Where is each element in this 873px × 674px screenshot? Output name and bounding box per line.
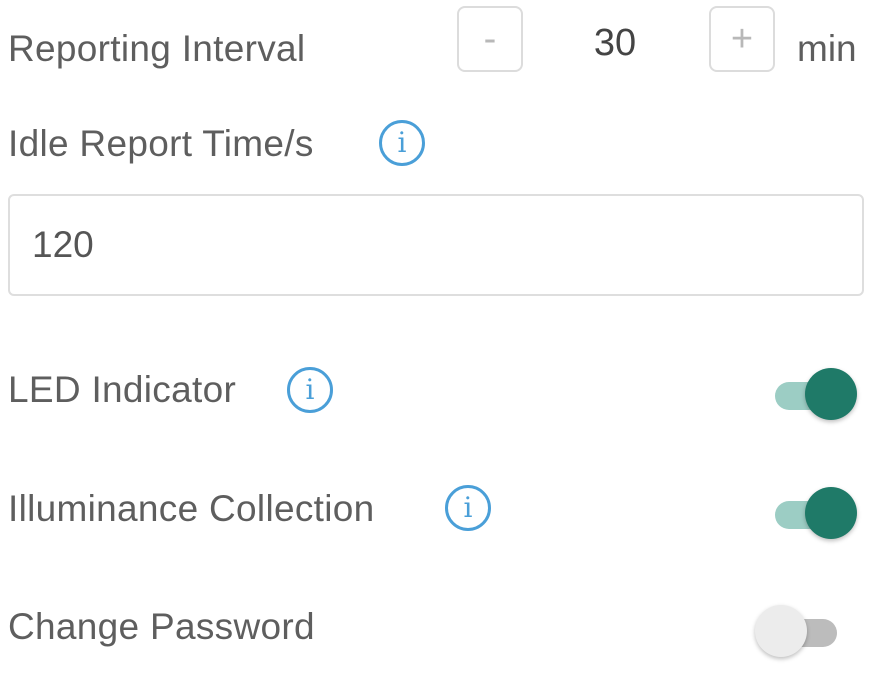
illuminance-collection-info-icon[interactable]: i <box>445 485 491 531</box>
idle-report-info-icon[interactable]: i <box>379 120 425 166</box>
led-indicator-toggle[interactable] <box>775 366 857 422</box>
illuminance-collection-label: Illuminance Collection <box>8 488 375 529</box>
reporting-interval-label: Reporting Interval <box>8 28 306 69</box>
increment-button[interactable]: + <box>709 6 775 72</box>
toggle-thumb <box>805 487 857 539</box>
toggle-thumb <box>805 368 857 420</box>
led-indicator-label: LED Indicator <box>8 369 237 410</box>
led-indicator-info-icon[interactable]: i <box>287 367 333 413</box>
change-password-label: Change Password <box>8 606 315 647</box>
decrement-button[interactable]: - <box>457 6 523 72</box>
interval-unit-label: min <box>797 28 857 69</box>
reporting-interval-value[interactable]: 30 <box>560 22 670 65</box>
idle-report-time-label: Idle Report Time/s <box>8 123 314 164</box>
illuminance-collection-toggle[interactable] <box>775 485 857 541</box>
change-password-toggle[interactable] <box>755 603 837 659</box>
idle-report-time-input[interactable] <box>8 194 864 296</box>
toggle-thumb <box>755 605 807 657</box>
